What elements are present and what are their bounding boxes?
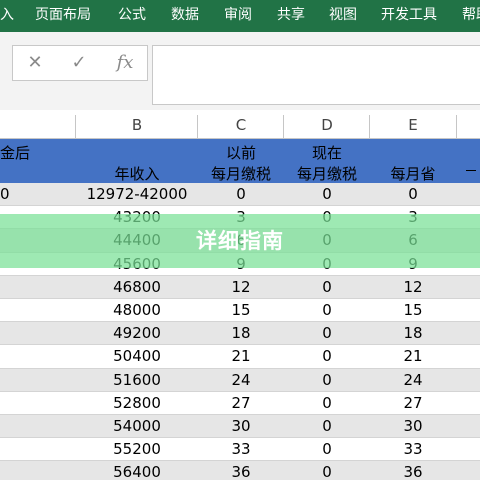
cell-c[interactable]: 18 (198, 322, 284, 345)
tab-page-layout[interactable]: 页面布局 (35, 0, 91, 32)
table-row: 50400 21 0 21 (0, 345, 480, 369)
table-row: 48000 15 0 15 (0, 299, 480, 323)
table-header: 金后 年收入 以前 每月缴税 现在 每月缴税 每月省 (0, 139, 480, 183)
cell-e[interactable]: 0 (370, 183, 456, 206)
column-header-d[interactable]: D (284, 112, 370, 139)
table-row: 49200 18 0 18 (0, 322, 480, 346)
cell-d[interactable]: 0 (284, 392, 370, 415)
cell-e[interactable]: 15 (370, 299, 456, 322)
table-row: 56400 36 0 36 (0, 461, 480, 480)
table-row: 46800 12 0 12 (0, 275, 480, 299)
cell-c[interactable]: 27 (198, 392, 284, 415)
table-row: 54000 30 0 30 (0, 414, 480, 439)
cell-b[interactable]: 51600 (76, 369, 198, 392)
cell-e[interactable]: 21 (370, 345, 456, 368)
cell-e[interactable]: 27 (370, 392, 456, 415)
header-cell-e[interactable]: 每月省 (370, 163, 456, 184)
cell-a[interactable]: 00 (0, 183, 30, 206)
column-header-b[interactable]: B (76, 112, 198, 139)
cell-d[interactable]: 0 (284, 183, 370, 206)
table-row: 00 12972-42000 0 0 0 (0, 183, 480, 207)
cell-b[interactable]: 12972-42000 (76, 183, 198, 206)
tab-formulas[interactable]: 公式 (118, 0, 146, 32)
cell-d[interactable]: 0 (284, 276, 370, 299)
header-cell-d-line1: 现在 (311, 144, 342, 162)
cell-d[interactable]: 0 (284, 299, 370, 322)
cell-d[interactable]: 0 (284, 461, 370, 480)
cell-e[interactable]: 30 (370, 415, 456, 438)
overlay-banner: 详细指南 (0, 214, 480, 268)
header-cell-b[interactable]: 年收入 (76, 163, 198, 184)
tab-share[interactable]: 共享 (277, 0, 305, 32)
header-cell-a[interactable]: 金后 (0, 142, 44, 163)
cell-c[interactable]: 36 (198, 461, 284, 480)
column-divider[interactable] (456, 115, 457, 139)
cell-d[interactable]: 0 (284, 438, 370, 461)
tab-review[interactable]: 审阅 (224, 0, 252, 32)
cell-b[interactable]: 54000 (76, 415, 198, 438)
tab-insert[interactable]: 入 (0, 0, 14, 32)
cell-e[interactable]: 18 (370, 322, 456, 345)
cell-e[interactable]: 12 (370, 276, 456, 299)
cell-b[interactable]: 56400 (76, 461, 198, 480)
header-cell-c-line2[interactable]: 每月缴税 (198, 163, 284, 184)
cell-c[interactable]: 15 (198, 299, 284, 322)
tab-developer[interactable]: 开发工具 (381, 0, 437, 32)
tab-data[interactable]: 数据 (171, 0, 199, 32)
enter-icon[interactable]: ✓ (65, 46, 93, 80)
formula-buttons: ✕ ✓ fx (12, 45, 148, 81)
ribbon-tab-bar: 入 页面布局 公式 数据 审阅 共享 视图 开发工具 帮助 (0, 0, 480, 32)
cell-c[interactable]: 24 (198, 369, 284, 392)
cell-e[interactable]: 33 (370, 438, 456, 461)
cell-edge-mark (466, 170, 476, 171)
cell-e[interactable]: 36 (370, 461, 456, 480)
tab-view[interactable]: 视图 (329, 0, 357, 32)
formula-bar-area: ✕ ✓ fx (0, 32, 480, 110)
insert-function-icon[interactable]: fx (109, 46, 141, 80)
cell-b[interactable]: 52800 (76, 392, 198, 415)
table-row: 52800 27 0 27 (0, 392, 480, 415)
cell-c[interactable]: 0 (198, 183, 284, 206)
cell-b[interactable]: 55200 (76, 438, 198, 461)
cell-b[interactable]: 48000 (76, 299, 198, 322)
cell-d[interactable]: 0 (284, 322, 370, 345)
cell-d[interactable]: 0 (284, 415, 370, 438)
cell-e[interactable]: 24 (370, 369, 456, 392)
cancel-icon[interactable]: ✕ (21, 46, 49, 80)
cell-d[interactable]: 0 (284, 345, 370, 368)
cell-c[interactable]: 33 (198, 438, 284, 461)
cell-b[interactable]: 46800 (76, 276, 198, 299)
header-cell-d-line2[interactable]: 每月缴税 (284, 163, 370, 184)
cell-c[interactable]: 21 (198, 345, 284, 368)
cell-b[interactable]: 49200 (76, 322, 198, 345)
overlay-title: 详细指南 (196, 229, 284, 253)
cell-d[interactable]: 0 (284, 369, 370, 392)
tab-help[interactable]: 帮助 (462, 0, 480, 32)
cell-c[interactable]: 30 (198, 415, 284, 438)
header-cell-c-line1: 以前 (225, 144, 256, 162)
column-header-c[interactable]: C (198, 112, 284, 139)
cell-c[interactable]: 12 (198, 276, 284, 299)
column-header-e[interactable]: E (370, 112, 456, 139)
formula-input[interactable] (152, 45, 480, 105)
table-row: 51600 24 0 24 (0, 368, 480, 392)
table-row: 55200 33 0 33 (0, 438, 480, 462)
column-header-row: B C D E (0, 112, 480, 139)
cell-b[interactable]: 50400 (76, 345, 198, 368)
